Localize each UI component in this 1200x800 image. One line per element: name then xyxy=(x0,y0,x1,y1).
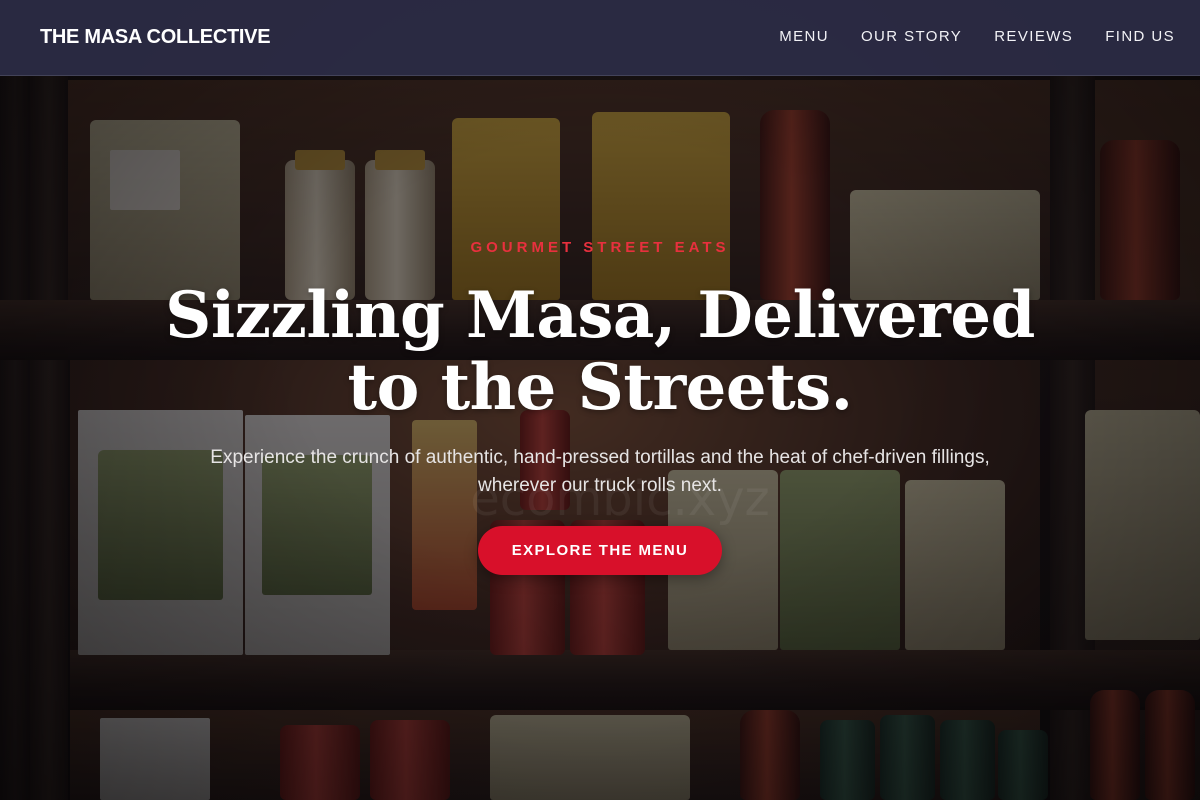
hero-headline-line-1: Sizzling Masa, Delivered xyxy=(165,278,1035,353)
top-navbar: THE MASA COLLECTIVE MENU OUR STORY REVIE… xyxy=(0,0,1200,76)
hero-section: GOURMET STREET EATS Sizzling Masa, Deliv… xyxy=(0,76,1200,800)
hero-headline-line-2: to the Streets. xyxy=(347,350,853,425)
nav-link-find-us[interactable]: FIND US xyxy=(1105,28,1175,45)
hero-headline: Sizzling Masa, Delivered to the Streets. xyxy=(100,280,1100,424)
explore-menu-button[interactable]: EXPLORE THE MENU xyxy=(478,526,722,575)
nav-link-menu[interactable]: MENU xyxy=(779,28,829,45)
brand-logo-text[interactable]: THE MASA COLLECTIVE xyxy=(40,26,271,49)
nav-link-our-story[interactable]: OUR STORY xyxy=(861,28,962,45)
hero-subtext: Experience the crunch of authentic, hand… xyxy=(210,447,990,496)
hero-eyebrow: GOURMET STREET EATS xyxy=(470,239,730,256)
nav-link-reviews[interactable]: REVIEWS xyxy=(994,28,1073,45)
nav-links: MENU OUR STORY REVIEWS FIND US xyxy=(779,28,1175,45)
